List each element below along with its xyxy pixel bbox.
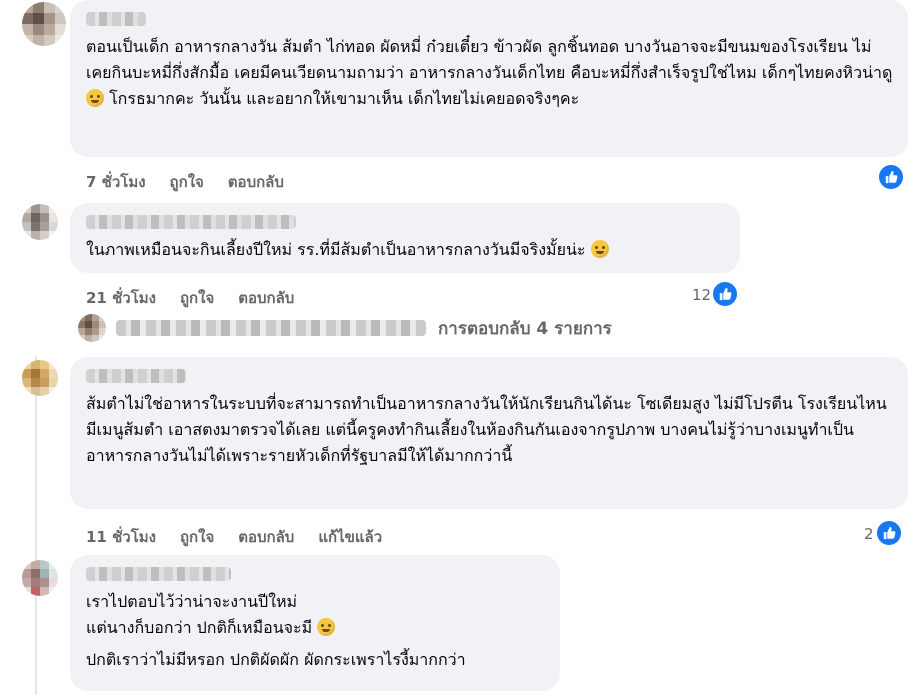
comment-time[interactable]: 11 ชั่วโมง <box>86 525 156 549</box>
reply-button[interactable]: ตอบกลับ <box>228 170 284 194</box>
avatar <box>78 314 106 342</box>
comment-bubble: ตอนเป็นเด็ก อาหารกลางวัน ส้มตำ ไก่ทอด ผั… <box>70 0 908 157</box>
comment-time[interactable]: 7 ชั่วโมง <box>86 170 146 194</box>
comment-text: ตอนเป็นเด็ก อาหารกลางวัน ส้มตำ ไก่ทอด ผั… <box>86 34 894 112</box>
comment-text-part: ในภาพเหมือนจะกินเลี้ยงปีใหม่ รร.ที่มีส้ม… <box>86 240 591 259</box>
reply-button[interactable]: ตอบกลับ <box>238 525 294 549</box>
comment-text: ส้มตำไม่ใช่อาหารในระบบที่จะสามารถทำเป็นอ… <box>86 394 887 465</box>
commenter-name[interactable] <box>86 12 146 26</box>
reaction-like-icon[interactable] <box>711 280 739 308</box>
avatar[interactable] <box>22 2 66 46</box>
sad-face-icon <box>86 89 104 107</box>
reaction-like-icon[interactable] <box>877 163 905 191</box>
comment-actions: 21 ชั่วโมง ถูกใจ ตอบกลับ <box>86 286 318 310</box>
view-replies-row[interactable]: การตอบกลับ 4 รายการ <box>78 314 612 342</box>
blurred-avatar-image <box>22 204 58 240</box>
thumbs-up-icon <box>883 526 896 540</box>
reaction-like-icon[interactable] <box>875 519 903 547</box>
thumbs-up-icon <box>719 287 732 301</box>
crying-face-icon <box>590 240 609 258</box>
edited-label[interactable]: แก้ไขแล้ว <box>318 525 382 549</box>
view-replies-link[interactable]: การตอบกลับ 4 รายการ <box>438 315 612 342</box>
comment-actions: 7 ชั่วโมง ถูกใจ ตอบกลับ <box>86 170 308 194</box>
commenter-name[interactable] <box>86 567 231 581</box>
thumbs-up-icon <box>885 170 898 184</box>
commenter-name[interactable] <box>86 369 186 383</box>
blurred-avatar-image <box>22 2 66 46</box>
avatar[interactable] <box>22 560 58 596</box>
blurred-avatar-image <box>22 360 58 396</box>
reaction-count[interactable]: 12 <box>692 286 711 304</box>
commenter-name[interactable] <box>86 215 296 229</box>
avatar[interactable] <box>22 360 58 396</box>
reaction-count[interactable]: 2 <box>864 525 874 543</box>
blurred-avatar-image <box>22 560 58 596</box>
like-button[interactable]: ถูกใจ <box>170 170 204 194</box>
comment-text-part: แต่นางก็บอกว่า ปกติก็เหมือนจะมี <box>86 618 318 637</box>
avatar[interactable] <box>22 204 58 240</box>
like-button[interactable]: ถูกใจ <box>180 286 214 310</box>
comment-text-part: ตอนเป็นเด็ก อาหารกลางวัน ส้มตำ ไก่ทอด ผั… <box>86 37 893 82</box>
comment-text: ในภาพเหมือนจะกินเลี้ยงปีใหม่ รร.ที่มีส้ม… <box>86 237 726 263</box>
reply-author-names <box>116 320 426 336</box>
like-button[interactable]: ถูกใจ <box>180 525 214 549</box>
comment-time[interactable]: 21 ชั่วโมง <box>86 286 156 310</box>
comment-bubble: ในภาพเหมือนจะกินเลี้ยงปีใหม่ รร.ที่มีส้ม… <box>70 203 740 273</box>
rolling-eyes-face-icon <box>317 618 336 636</box>
comment-line: เราไปตอบไว้ว่าน่าจะงานปีใหม่ <box>86 592 298 611</box>
comment-actions: 11 ชั่วโมง ถูกใจ ตอบกลับ แก้ไขแล้ว <box>86 525 406 549</box>
comment-bubble: ส้มตำไม่ใช่อาหารในระบบที่จะสามารถทำเป็นอ… <box>70 357 908 509</box>
comment-line: แต่นางก็บอกว่า ปกติก็เหมือนจะมี <box>86 615 546 641</box>
reply-button[interactable]: ตอบกลับ <box>238 286 294 310</box>
blurred-avatar-image <box>78 314 106 342</box>
comment-bubble: เราไปตอบไว้ว่าน่าจะงานปีใหม่ แต่นางก็บอก… <box>70 555 560 691</box>
comment-line: ปกติเราว่าไม่มีหรอก ปกติผัดผัก ผัดกระเพร… <box>86 650 466 669</box>
thread-line <box>35 356 37 695</box>
comment-text-part: โกรธมากคะ วันนั้น และอยากให้เขามาเห็น เด… <box>104 89 580 108</box>
